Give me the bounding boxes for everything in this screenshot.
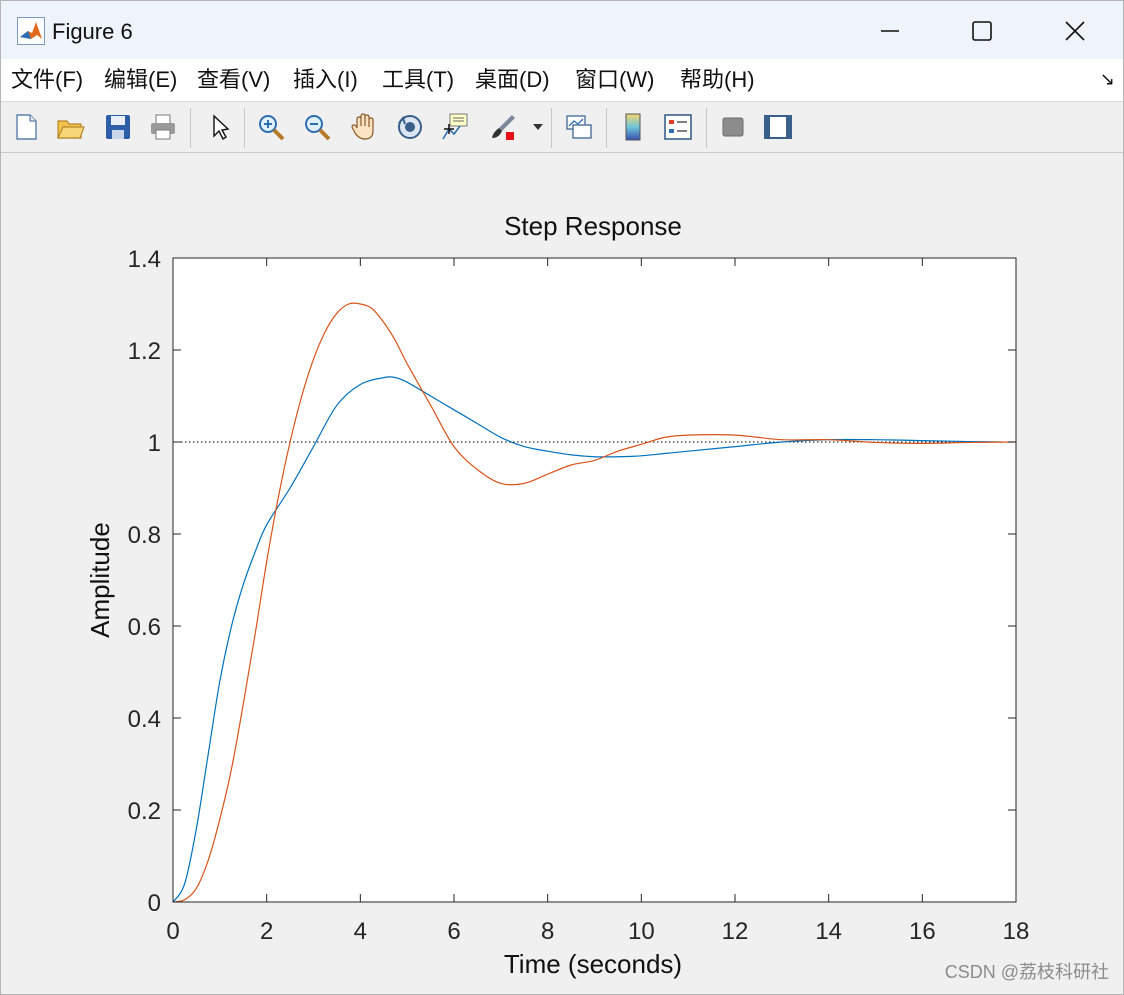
figure-canvas: Step Response 0 2 4 6 8 10 12 14 16 18 0 0.2 0.4 0.6 0… <box>1 153 1123 994</box>
toolbar-separator <box>551 108 552 148</box>
y-tick-label: 0 <box>148 890 161 917</box>
x-tick-label: 2 <box>260 918 273 945</box>
x-axis-label: Time (seconds) <box>504 949 682 979</box>
brush-icon <box>492 115 515 140</box>
data-cursor-button[interactable] <box>438 110 472 144</box>
hide-plot-tools-icon <box>722 117 744 137</box>
y-tick-label: 0.8 <box>128 522 161 549</box>
toolbar-separator <box>244 108 245 148</box>
zoom-out-icon <box>305 115 331 141</box>
zoom-out-button[interactable] <box>300 110 334 144</box>
x-tick-label: 0 <box>166 918 179 945</box>
toolbar-separator <box>190 108 191 148</box>
chart-title: Step Response <box>504 211 682 241</box>
x-tick-label: 16 <box>909 918 936 945</box>
plot-area[interactable] <box>172 257 1017 903</box>
print-button[interactable] <box>146 110 180 144</box>
y-tick-label: 1.4 <box>128 246 161 273</box>
menu-window[interactable]: 窗口(W) <box>575 65 654 95</box>
toolbar-separator <box>606 108 607 148</box>
x-tick-label: 18 <box>1003 918 1030 945</box>
minimize-button[interactable] <box>867 11 913 51</box>
pan-hand-icon <box>351 113 374 140</box>
minimize-icon <box>881 30 899 32</box>
save-icon <box>106 115 130 139</box>
toolbar-separator <box>706 108 707 148</box>
colorbar-button[interactable] <box>616 110 650 144</box>
edit-plot-button[interactable] <box>203 110 237 144</box>
x-tick-label: 4 <box>354 918 367 945</box>
menu-view[interactable]: 查看(V) <box>197 65 270 95</box>
zoom-in-icon <box>259 115 285 141</box>
menu-desktop[interactable]: 桌面(D) <box>475 65 550 95</box>
close-button[interactable] <box>1052 11 1098 51</box>
y-tick-label: 0.4 <box>128 706 161 733</box>
title-bar[interactable]: Figure 6 <box>1 1 1123 59</box>
chevron-down-icon <box>533 124 543 130</box>
x-tick-label: 10 <box>628 918 655 945</box>
x-tick-label: 8 <box>541 918 554 945</box>
figure-toolbar <box>1 102 1123 153</box>
hide-plot-tools-button[interactable] <box>716 110 750 144</box>
link-plot-button[interactable] <box>562 110 596 144</box>
legend-icon <box>664 114 692 140</box>
new-figure-icon <box>16 114 37 140</box>
watermark: CSDN @荔枝科研社 <box>944 962 1109 982</box>
new-figure-button[interactable] <box>9 110 43 144</box>
print-icon <box>151 114 175 140</box>
menu-insert[interactable]: 插入(I) <box>293 65 358 95</box>
link-plot-icon <box>566 115 592 139</box>
x-tick-label: 6 <box>447 918 460 945</box>
figure-window: Figure 6 文件(F) 编辑(E) 查看(V) 插入(I) 工具(T) 桌… <box>0 0 1124 995</box>
brush-dropdown[interactable] <box>528 110 548 144</box>
show-plot-tools-button[interactable] <box>761 110 795 144</box>
pan-button[interactable] <box>347 110 381 144</box>
maximize-button[interactable] <box>959 11 1005 51</box>
matlab-logo-icon <box>17 17 45 45</box>
zoom-in-button[interactable] <box>254 110 288 144</box>
save-button[interactable] <box>101 110 135 144</box>
y-tick-label: 0.6 <box>128 614 161 641</box>
rotate-3d-icon <box>398 115 422 139</box>
y-axis-label: Amplitude <box>85 522 115 638</box>
data-cursor-icon <box>442 113 468 140</box>
colorbar-icon <box>625 113 641 141</box>
step-response-chart[interactable]: Step Response 0 2 4 6 8 10 12 14 16 18 0 0.2 0.4 0.6 0… <box>1 153 1123 994</box>
legend-button[interactable] <box>661 110 695 144</box>
maximize-icon <box>972 21 992 41</box>
menu-help[interactable]: 帮助(H) <box>680 65 755 95</box>
y-tick-label: 1.2 <box>128 338 161 365</box>
edit-plot-pointer-icon <box>213 114 230 141</box>
menu-bar: 文件(F) 编辑(E) 查看(V) 插入(I) 工具(T) 桌面(D) 窗口(W… <box>1 59 1123 102</box>
dock-arrow-icon[interactable]: ↘ <box>1100 69 1115 90</box>
menu-tools[interactable]: 工具(T) <box>382 65 454 95</box>
close-icon <box>1065 21 1085 41</box>
x-tick-label: 12 <box>722 918 749 945</box>
window-title: Figure 6 <box>52 19 133 44</box>
menu-edit[interactable]: 编辑(E) <box>104 65 177 95</box>
x-tick-label: 14 <box>815 918 842 945</box>
y-tick-label: 0.2 <box>128 798 161 825</box>
menu-file[interactable]: 文件(F) <box>11 65 83 95</box>
open-file-icon <box>57 120 85 139</box>
show-plot-tools-icon <box>764 115 792 139</box>
brush-button[interactable] <box>486 110 520 144</box>
open-file-button[interactable] <box>53 110 87 144</box>
rotate-3d-button[interactable] <box>393 110 427 144</box>
y-tick-label: 1 <box>148 430 161 457</box>
